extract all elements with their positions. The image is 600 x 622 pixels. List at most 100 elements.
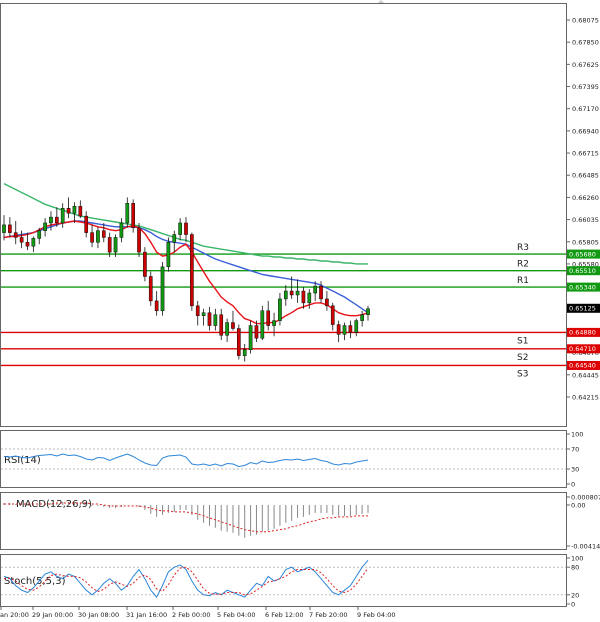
candle-body xyxy=(260,310,265,339)
price-tick-label: 0.67625 xyxy=(572,61,599,69)
candle-body xyxy=(313,285,318,294)
level-tag-r1: 0.65340 xyxy=(569,283,596,291)
candle-body xyxy=(66,208,71,214)
level-tag-r3: 0.65680 xyxy=(569,250,596,258)
price-tick-label: 0.64445 xyxy=(572,371,599,379)
candle-body xyxy=(90,232,94,243)
stoch-pane[interactable]: Stoch(5,5,3) 10080 20 0 xyxy=(0,554,584,609)
candle-body xyxy=(301,290,306,304)
candle-body xyxy=(148,276,153,302)
scroll-marker-icon[interactable] xyxy=(378,0,384,3)
candle-body xyxy=(154,300,159,312)
time-tick-label: 6 Feb 12:00 xyxy=(265,611,304,619)
candle-body xyxy=(96,230,100,243)
current-price-value: 0.65125 xyxy=(569,304,596,312)
time-tick-label: 9 Feb 04:00 xyxy=(357,611,396,619)
candle-body xyxy=(266,310,271,326)
rsi-pane[interactable]: RSI(14) 10070300 xyxy=(0,430,584,489)
candle-body xyxy=(84,215,89,233)
level-tag-s2: 0.64710 xyxy=(569,345,596,353)
level-tag-s1: 0.64880 xyxy=(569,329,596,337)
candle-body xyxy=(101,230,106,238)
candle-body xyxy=(107,237,112,253)
candle-body xyxy=(336,324,341,335)
candle-body xyxy=(190,234,194,307)
candle-body xyxy=(278,298,282,321)
candle-body xyxy=(342,325,347,335)
level-label-r3: R3 xyxy=(517,243,529,253)
price-tick-label: 0.67395 xyxy=(572,83,599,91)
price-tick-label: 0.66485 xyxy=(572,172,599,180)
time-tick-label: 2 Feb 00:00 xyxy=(172,611,211,619)
trading-chart[interactable]: 0.68075 0.67850 0.67625 0.67395 0.67170 0.669… xyxy=(0,0,600,622)
time-tick-label: 7 Feb 20:00 xyxy=(309,611,348,619)
level-label-r1: R1 xyxy=(517,276,529,286)
candle-body xyxy=(231,322,235,329)
stoch-pane-frame xyxy=(0,554,567,607)
candle-body xyxy=(366,308,370,315)
level-tag-r2: 0.65510 xyxy=(569,267,596,275)
time-tick-label: an 20:00 xyxy=(0,611,29,619)
level-label-s3: S3 xyxy=(517,369,528,379)
candle-body xyxy=(360,314,364,321)
candle-body xyxy=(137,227,141,253)
main-pane-frame xyxy=(0,3,567,427)
time-tick-label: 5 Feb 04:00 xyxy=(217,611,256,619)
current-price-tag: 0.65125 xyxy=(567,303,600,313)
candle-body xyxy=(330,305,335,325)
price-tick-label: 0.66940 xyxy=(572,127,599,135)
candle-body xyxy=(8,224,12,233)
rsi-tick-label: 30 xyxy=(571,466,579,474)
rsi-tick-label: 100 xyxy=(571,431,583,439)
rsi-tick-label: 0 xyxy=(571,481,575,489)
price-tick-label: 0.67850 xyxy=(572,39,599,47)
candle-body xyxy=(49,216,53,224)
time-tick-label: 30 Jan 08:00 xyxy=(78,611,119,619)
candle-body xyxy=(178,222,182,235)
candle-body xyxy=(354,320,359,333)
macd-tick-label: 0.000807 xyxy=(571,494,600,502)
candle-body xyxy=(289,290,294,296)
macd-axis: 0.0008070.00 -0.004142 xyxy=(566,494,600,551)
macd-tick-label: -0.004142 xyxy=(571,543,600,551)
candle-body xyxy=(131,203,136,229)
candle-body xyxy=(219,314,224,336)
price-tick-label: 0.65805 xyxy=(572,238,599,246)
stoch-tick-label: 0 xyxy=(571,601,575,609)
candle-body xyxy=(195,305,200,316)
candle-body xyxy=(54,216,59,224)
candle-body xyxy=(283,290,288,300)
candle-body xyxy=(78,206,83,217)
level-label-s2: S2 xyxy=(517,353,528,363)
macd-pane[interactable]: MACD(12,26,9) 0.0008070.00-0.004142 xyxy=(0,492,600,551)
candle-body xyxy=(325,298,329,307)
candle-body xyxy=(307,292,312,304)
main-price-pane[interactable]: 0.68075 0.67850 0.67625 0.67395 0.67170 0.669… xyxy=(0,0,600,427)
level-label-s1: S1 xyxy=(517,336,528,346)
stoch-tick-label: 80 xyxy=(571,564,579,572)
price-tick-label: 0.67170 xyxy=(572,105,599,113)
candle-body xyxy=(348,325,353,333)
candle-body xyxy=(201,312,206,316)
price-tick-label: 0.66715 xyxy=(572,150,599,158)
candle-body xyxy=(19,237,24,243)
candle-body xyxy=(25,242,30,247)
candle-body xyxy=(119,222,124,238)
price-tick-label: 0.64215 xyxy=(572,394,599,402)
candle-body xyxy=(143,251,147,277)
candle-body xyxy=(113,237,118,253)
price-axis: 0.68075 0.67850 0.67625 0.67395 0.67170 0.669… xyxy=(566,17,599,402)
candle-body xyxy=(166,242,171,268)
time-tick-label: 29 Jan 00:00 xyxy=(32,611,73,619)
candle-body xyxy=(242,349,247,356)
stoch-tick-label: 100 xyxy=(571,555,583,563)
candle-body xyxy=(295,290,300,296)
candle-body xyxy=(37,230,42,239)
candle-body xyxy=(248,325,253,351)
candle-body xyxy=(213,314,218,326)
candle-body xyxy=(2,224,6,233)
candle-body xyxy=(225,322,229,336)
candle-body xyxy=(254,325,259,339)
candle-body xyxy=(236,328,241,356)
stoch-label: Stoch(5,5,3) xyxy=(4,576,66,587)
